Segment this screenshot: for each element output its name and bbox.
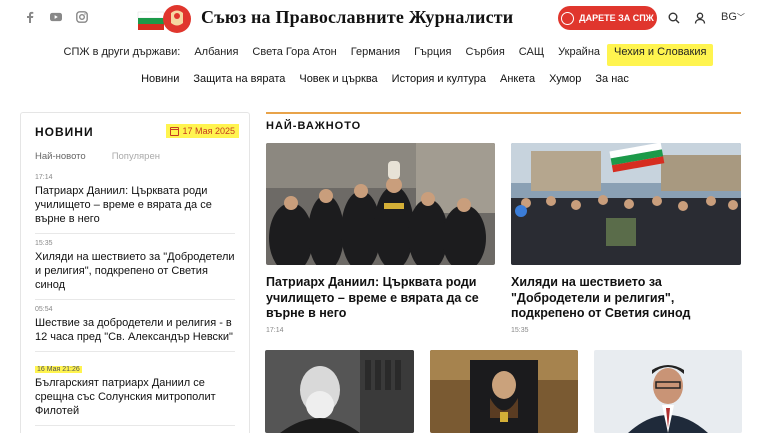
donate-button[interactable]: ДАРЕТЕ ЗА СПЖ [558, 6, 657, 30]
sidebar-date: 17 Мая 2025 [182, 126, 235, 136]
article-time-1: 17:14 [266, 327, 284, 334]
instagram-icon[interactable] [76, 11, 88, 23]
date-picker[interactable]: 17 Мая 2025 [166, 124, 239, 138]
main-nav: Новини Защита на вярата Човек и църква И… [0, 73, 770, 85]
news-headline[interactable]: Българският патриарх Даниил се срещна съ… [35, 376, 235, 418]
tab-popular[interactable]: Популярен [112, 151, 160, 162]
news-time: 17:14 [35, 174, 53, 181]
country-link-albania[interactable]: Албания [187, 44, 245, 66]
country-link-athos[interactable]: Света Гора Атон [245, 44, 343, 66]
article-time-2: 15:35 [511, 327, 529, 334]
country-nav: СПЖ в други държави: Албания Света Гора … [0, 44, 770, 66]
chevron-down-icon: ﹀ [736, 13, 745, 22]
country-nav-label: СПЖ в други държави: [63, 46, 181, 58]
country-link-greece[interactable]: Гърция [407, 44, 458, 66]
site-title[interactable]: Съюз на Православните Журналисти [201, 7, 513, 28]
article-image-5[interactable] [594, 350, 742, 433]
article-image-2[interactable] [511, 143, 741, 265]
news-list: 17:14 Патриарх Даниил: Църквата роди учи… [35, 168, 235, 426]
article-title-1[interactable]: Патриарх Даниил: Църквата роди училището… [266, 275, 488, 322]
youtube-icon[interactable] [50, 11, 62, 23]
article-image-4[interactable] [430, 350, 578, 433]
social-links [24, 11, 88, 23]
news-time: 16 Мая 21:26 [35, 366, 82, 373]
news-headline[interactable]: Патриарх Даниил: Църквата роди училището… [35, 184, 235, 226]
news-sidebar: НОВИНИ 17 Мая 2025 Най-новото Популярен … [20, 112, 250, 433]
donate-icon [561, 11, 575, 25]
search-icon[interactable] [668, 11, 682, 25]
sidebar-tabs: Най-новото Популярен [35, 151, 235, 162]
article-title-2[interactable]: Хиляди на шествието за "Добродетели и ре… [511, 275, 743, 322]
article-image-1[interactable] [266, 143, 495, 265]
tab-latest[interactable]: Най-новото [35, 151, 86, 162]
donate-label: ДАРЕТЕ ЗА СПЖ [579, 13, 654, 23]
news-headline[interactable]: Шествие за добродетели и религия - в 12 … [35, 316, 235, 344]
country-link-czech-slovakia[interactable]: Чехия и Словакия [607, 44, 714, 66]
calendar-icon [170, 126, 180, 136]
news-headline[interactable]: Хиляди на шествието за "Добродетели и ре… [35, 250, 235, 292]
list-item[interactable]: 15:35 Хиляди на шествието за "Добродетел… [35, 234, 235, 300]
nav-item-humor[interactable]: Хумор [542, 73, 588, 85]
nav-item-man-church[interactable]: Човек и църква [292, 73, 384, 85]
country-link-usa[interactable]: САЩ [512, 44, 551, 66]
facebook-icon[interactable] [24, 11, 36, 23]
section-divider [266, 112, 741, 114]
nav-item-faith-defense[interactable]: Защита на вярата [186, 73, 292, 85]
country-link-ukraine[interactable]: Украйна [551, 44, 607, 66]
section-title: НАЙ-ВАЖНОТО [266, 120, 362, 132]
list-item[interactable]: 17:14 Патриарх Даниил: Църквата роди учи… [35, 168, 235, 234]
country-link-serbia[interactable]: Сърбия [458, 44, 511, 66]
nav-item-history-culture[interactable]: История и култура [385, 73, 493, 85]
news-time: 05:54 [35, 306, 53, 313]
nav-item-survey[interactable]: Анкета [493, 73, 542, 85]
user-icon[interactable] [694, 11, 708, 25]
language-label: BG [721, 11, 737, 23]
site-logo[interactable] [137, 3, 195, 35]
list-item[interactable]: 05:54 Шествие за добродетели и религия -… [35, 300, 235, 352]
news-time: 15:35 [35, 240, 53, 247]
language-selector[interactable]: BG﹀ [721, 11, 745, 23]
nav-item-news[interactable]: Новини [134, 73, 186, 85]
top-bar: Съюз на Православните Журналисти ДАРЕТЕ … [0, 0, 770, 38]
list-item[interactable]: 16 Мая 21:26 Българският патриарх Даниил… [35, 352, 235, 426]
country-link-germany[interactable]: Германия [344, 44, 407, 66]
article-image-3[interactable] [265, 350, 414, 433]
nav-item-about[interactable]: За нас [588, 73, 636, 85]
